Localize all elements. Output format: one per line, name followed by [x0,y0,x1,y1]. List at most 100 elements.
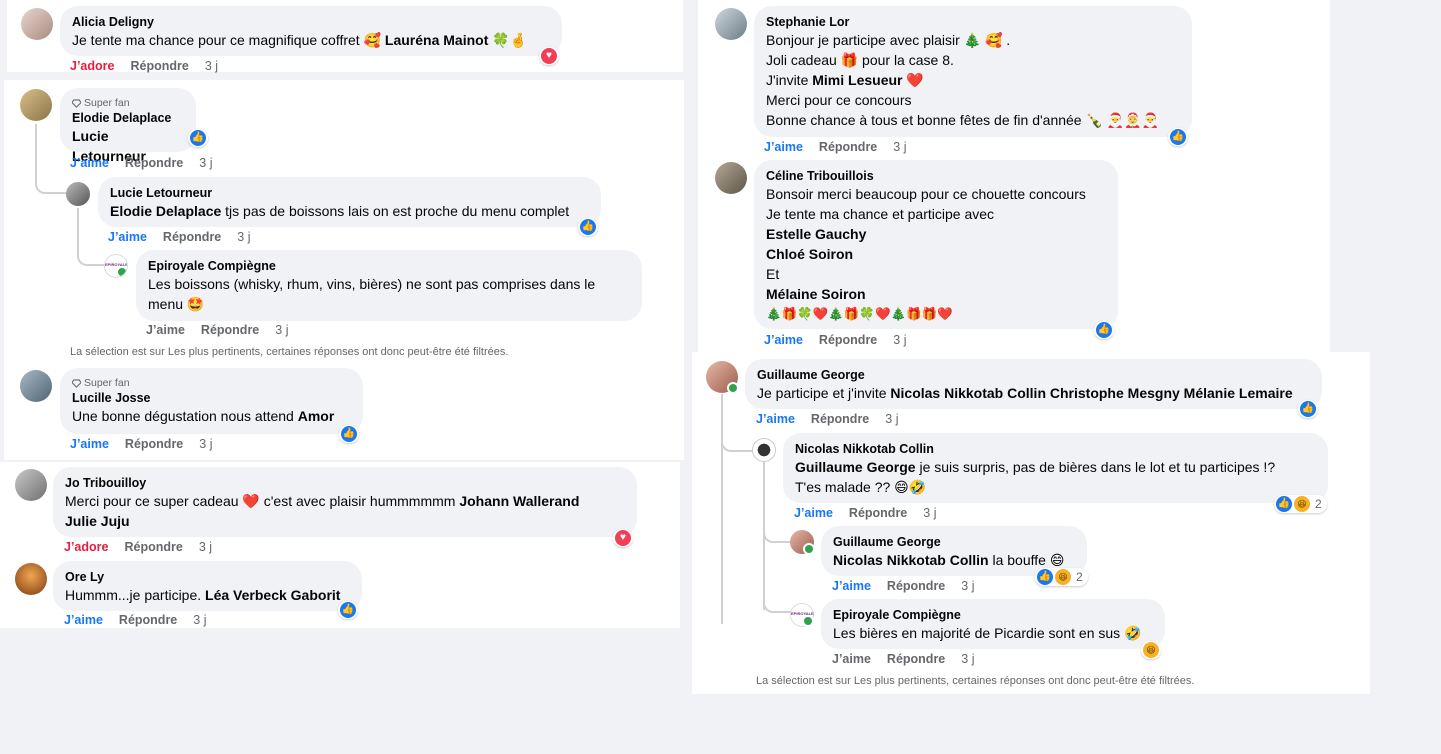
avatar[interactable]: EPIROYALE [104,254,128,278]
mention[interactable]: Julie Juju [65,513,130,529]
reaction-badge[interactable]: 👍 [338,601,358,619]
reaction-badge[interactable]: 👍 [1094,321,1114,339]
comment-author[interactable]: Elodie Delaplace [72,110,184,126]
reply-button[interactable]: Répondre [811,412,869,426]
comment-bubble: Super fan Lucille Josse Une bonne dégust… [60,368,363,434]
reaction-badge[interactable]: 👍 [1168,128,1188,146]
timestamp[interactable]: 3 j [893,140,906,154]
avatar[interactable] [21,8,53,40]
mention[interactable]: Amor [298,408,335,424]
reaction-badge[interactable]: 👍 [1298,400,1318,418]
avatar[interactable] [20,89,52,121]
like-button[interactable]: J’aime [794,506,833,520]
reaction-badge[interactable]: 👍 [578,218,598,236]
reply-button[interactable]: Répondre [125,437,183,451]
like-button[interactable]: J’aime [832,652,871,666]
avatar[interactable] [790,530,815,555]
timestamp[interactable]: 3 j [275,323,288,337]
avatar[interactable] [15,469,47,501]
mention[interactable]: Chloé Soiron [766,244,1106,264]
reply-button[interactable]: Répondre [819,333,877,347]
comment-author[interactable]: Epiroyale Compiègne [833,607,1153,623]
avatar[interactable] [66,182,90,206]
comment-author[interactable]: Ore Ly [65,569,350,585]
mention[interactable]: Elodie Delaplace [110,203,221,219]
comment-line: Bonjour je participe avec plaisir 🎄 🥰 . [766,32,1011,48]
reaction-badge[interactable]: 👍 😆 2 [1035,568,1088,586]
mention[interactable]: Mélaine Soiron [766,284,1106,304]
avatar[interactable] [15,563,47,595]
comment-author[interactable]: Guillaume George [833,534,1075,550]
reply-button[interactable]: Répondre [201,323,259,337]
like-button[interactable]: J’aime [764,333,803,347]
reaction-badge[interactable]: ♥ [613,529,633,547]
reaction-badge[interactable]: 😆 [1141,641,1161,659]
reply-button[interactable]: Répondre [849,506,907,520]
comment-text: Hummm...je participe. Léa Verbeck Gabori… [65,585,350,605]
like-button[interactable]: J’aime [108,230,147,244]
mention[interactable]: Estelle Gauchy [766,224,1106,244]
reply-button[interactable]: Répondre [887,652,945,666]
comment-author[interactable]: Jo Tribouilloy [65,475,625,491]
reaction-badge[interactable]: 👍 😆 2 [1274,495,1327,513]
timestamp[interactable]: 3 j [237,230,250,244]
reaction-count: 2 [1315,497,1322,511]
comment-author[interactable]: Guillaume George [757,367,1310,383]
mention[interactable]: Guillaume George [795,459,916,475]
timestamp[interactable]: 3 j [199,437,212,451]
like-reaction-icon: 👍 [340,602,356,618]
timestamp[interactable]: 3 j [193,613,206,627]
comment-author[interactable]: Lucille Josse [72,390,351,406]
like-button[interactable]: J’aime [70,156,109,170]
like-button[interactable]: J’aime [70,437,109,451]
love-button[interactable]: J’adore [70,59,114,73]
mention[interactable]: Mimi Lesueur [812,72,902,88]
like-button[interactable]: J’aime [756,412,795,426]
timestamp[interactable]: 3 j [961,652,974,666]
super-fan-label: Super fan [84,377,130,389]
comment-actions: J’aime Répondre 3 j [794,506,936,520]
reply-button[interactable]: Répondre [887,579,945,593]
like-button[interactable]: J’aime [64,613,103,627]
comment-author[interactable]: Lucie Letourneur [110,185,589,201]
avatar[interactable]: EPIROYALE [790,603,814,627]
timestamp[interactable]: 3 j [923,506,936,520]
avatar[interactable] [752,438,776,462]
reply-button[interactable]: Répondre [119,613,177,627]
like-button[interactable]: J’aime [146,323,185,337]
reply-button[interactable]: Répondre [125,156,183,170]
reaction-badge[interactable]: 👍 [188,129,208,147]
mention[interactable]: Lauréna Mainot [385,32,488,48]
reply-button[interactable]: Répondre [124,540,182,554]
comment-author[interactable]: Stephanie Lor [766,14,1180,30]
comment-author[interactable]: Nicolas Nikkotab Collin [795,441,1316,457]
online-status-icon [727,382,739,394]
reply-button[interactable]: Répondre [163,230,221,244]
mention[interactable]: Johann Wallerand [459,493,579,509]
timestamp[interactable]: 3 j [893,333,906,347]
like-button[interactable]: J’aime [832,579,871,593]
mention[interactable]: Nicolas Nikkotab Collin [833,552,989,568]
reply-button[interactable]: Répondre [819,140,877,154]
avatar[interactable] [706,361,739,394]
comment-actions: J’adore Répondre 3 j [70,59,218,73]
avatar[interactable] [715,162,747,194]
mention[interactable]: Nicolas Nikkotab Collin Christophe Mesgn… [890,385,1292,401]
comment-author[interactable]: Epiroyale Compiègne [148,258,630,274]
timestamp[interactable]: 3 j [199,540,212,554]
like-button[interactable]: J’aime [764,140,803,154]
reaction-badge[interactable]: 👍 [339,425,359,443]
avatar[interactable] [20,370,52,402]
haha-reaction-icon: 😆 [1055,569,1071,585]
timestamp[interactable]: 3 j [199,156,212,170]
love-button[interactable]: J’adore [64,540,108,554]
avatar[interactable] [715,8,747,40]
comment-author[interactable]: Céline Tribouillois [766,168,1106,184]
comment-author[interactable]: Alicia Deligny [72,14,550,30]
reply-button[interactable]: Répondre [130,59,188,73]
mention[interactable]: Léa Verbeck Gaborit [205,587,340,603]
timestamp[interactable]: 3 j [885,412,898,426]
reaction-badge[interactable]: ♥ [539,47,559,65]
timestamp[interactable]: 3 j [205,59,218,73]
timestamp[interactable]: 3 j [961,579,974,593]
